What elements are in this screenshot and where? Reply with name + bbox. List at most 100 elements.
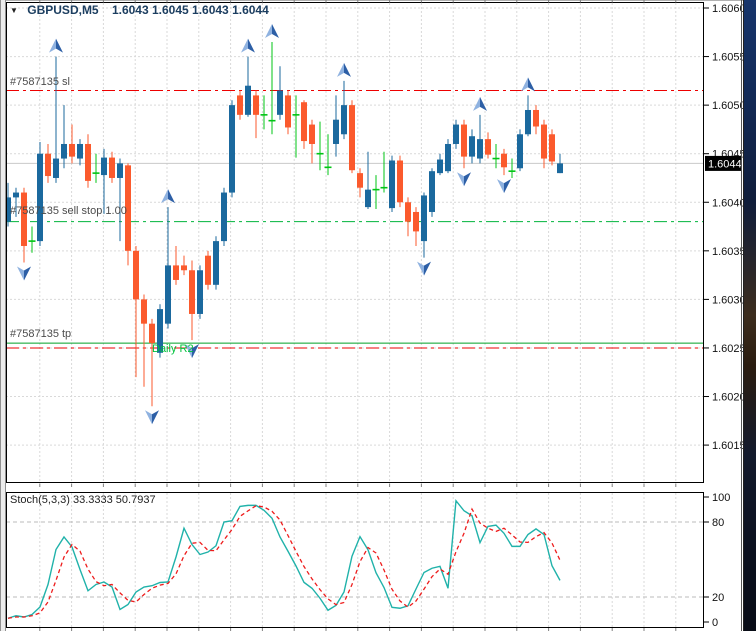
chart-canvas[interactable]: 1.60601.60551.60501.60451.60401.60351.60…	[0, 0, 743, 631]
fractal-arrow-down-icon	[24, 266, 31, 281]
candle-body	[405, 202, 411, 222]
candle-body	[141, 299, 147, 324]
candle-body	[341, 105, 347, 135]
ohlc-label: 1.6043 1.6045 1.6043 1.6044	[111, 3, 269, 17]
symbol-label: GBPUSD,M5	[27, 3, 99, 17]
fractal-arrow-down-icon	[504, 179, 511, 194]
candle-body	[517, 134, 523, 169]
fractal-arrow-up-icon	[56, 38, 63, 53]
candle-body	[13, 192, 19, 198]
candle-body	[469, 136, 475, 157]
candle-body	[461, 124, 467, 157]
price-tick-label: 1.6060	[712, 3, 743, 15]
fractal-arrow-down-icon	[145, 410, 152, 425]
candle-body	[133, 250, 139, 300]
candle-body	[549, 134, 555, 162]
chart-window: 1.6060 1.6055 1.6050 1.6045 1.6040 1.6035 1.60…	[0, 0, 756, 631]
current-price-tag-label: 1.6044	[708, 158, 742, 170]
candle-body	[277, 90, 283, 115]
candle-body	[389, 160, 395, 209]
stoch-tick-label: 20	[712, 592, 724, 604]
candle-body	[205, 255, 211, 285]
candle-body	[445, 143, 451, 172]
chevron-down-icon[interactable]: ▼	[10, 6, 18, 15]
candle-body	[85, 143, 91, 181]
fractal-arrow-up-icon	[344, 62, 351, 77]
price-tick-label: 1.6035	[712, 246, 743, 258]
order-sl-label[interactable]: #7587135 sl	[10, 76, 70, 89]
fractal-arrow-down-icon	[457, 172, 464, 187]
candle-body	[253, 95, 259, 115]
stoch-tick-label: 80	[712, 517, 724, 529]
fractal-arrow-up-icon	[168, 189, 175, 204]
candle-body	[357, 173, 363, 188]
candle-body	[541, 124, 547, 159]
candle-body	[181, 265, 187, 271]
candle-body	[421, 195, 427, 242]
candle-body	[197, 270, 203, 314]
order-tp-label[interactable]: #7587135 tp	[10, 328, 71, 341]
fractal-arrow-down-icon	[464, 172, 471, 187]
candle-body	[349, 105, 355, 171]
candle-body	[101, 157, 107, 176]
candle-body	[285, 95, 291, 128]
fractal-arrow-up-icon	[272, 23, 279, 38]
chart-header: ▼ GBPUSD,M5 1.6043 1.6045 1.6043 1.6044	[10, 4, 269, 18]
window-left-border	[0, 0, 6, 631]
stoch-tick-label: 0	[712, 617, 718, 629]
fractal-arrow-down-icon	[17, 266, 24, 281]
candle-body	[437, 159, 443, 174]
candle-body	[149, 323, 155, 344]
candle-body	[165, 265, 171, 324]
price-tick-label: 1.6020	[712, 392, 743, 404]
main-plot-border	[6, 2, 704, 483]
candle-body	[221, 192, 227, 242]
order-sellstop-label[interactable]: #7587135 sell stop 1.00	[10, 205, 127, 218]
stoch-header: Stoch(5,3,3) 33.3333 50.7937	[10, 494, 156, 507]
candle-body	[117, 163, 123, 178]
candle-body	[189, 270, 195, 314]
fractal-arrow-up-icon	[521, 77, 528, 92]
fractal-arrow-up-icon	[241, 38, 248, 53]
fractal-arrow-up-icon	[265, 23, 272, 38]
candle-body	[77, 143, 83, 159]
candle-body	[21, 192, 27, 246]
price-tick-label: 1.6025	[712, 343, 743, 355]
stoch-values-label: 33.3333 50.7937	[72, 494, 156, 506]
candle-body	[533, 109, 539, 127]
candle-body	[333, 119, 339, 144]
fractal-arrow-down-icon	[417, 261, 424, 276]
price-tick-label: 1.6040	[712, 197, 743, 209]
candles	[5, 41, 563, 407]
fractal-arrows	[17, 23, 535, 425]
fractal-arrow-up-icon	[248, 38, 255, 53]
candle-body	[229, 105, 235, 193]
stoch-signal-line	[7, 505, 561, 619]
candle-body	[53, 158, 59, 178]
candle-body	[429, 171, 435, 212]
candle-body	[45, 153, 51, 177]
price-tick-label: 1.6055	[712, 52, 743, 64]
price-tick-label: 1.6015	[712, 440, 743, 452]
fractal-arrow-down-icon	[424, 261, 431, 276]
candle-body	[501, 153, 507, 168]
candle-body	[365, 189, 371, 208]
fractal-arrow-down-icon	[497, 179, 504, 194]
stoch-tick-label: 100	[712, 492, 730, 504]
workspace-background	[743, 0, 756, 631]
candle-body	[525, 109, 531, 135]
candle-body	[309, 124, 315, 144]
candle-body	[557, 163, 563, 174]
stoch-plot-border	[6, 492, 704, 628]
candle-body	[237, 95, 243, 115]
candle-body	[37, 153, 43, 242]
candle-body	[173, 265, 179, 280]
price-axis[interactable]: 1.60601.60551.60501.60451.60401.60351.60…	[704, 3, 743, 629]
candle-body	[397, 160, 403, 203]
candle-body	[453, 124, 459, 144]
candle-body	[61, 143, 67, 159]
stoch-name-label: Stoch(5,3,3)	[10, 494, 70, 506]
fractal-arrow-down-icon	[152, 410, 159, 425]
fractal-arrow-up-icon	[528, 77, 535, 92]
fractal-arrow-up-icon	[337, 62, 344, 77]
